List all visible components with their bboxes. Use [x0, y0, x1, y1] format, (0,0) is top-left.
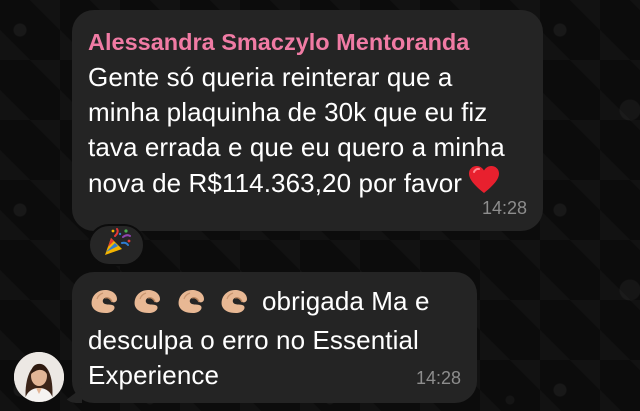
message-line: Experience — [88, 360, 220, 390]
message-timestamp: 14:28 — [415, 368, 461, 388]
party-popper-icon — [102, 227, 132, 263]
message-line-last: nova de R$114.363,20 por favor — [88, 165, 527, 204]
message-timestamp: 14:28 — [481, 198, 527, 218]
message-line: nova de R$114.363,20 por favor — [88, 168, 463, 198]
message-text: obrigada Ma e desculpa o erro no Essenti… — [88, 284, 461, 393]
message-line: tava errada e que eu quero a minha — [88, 132, 505, 162]
message-line: obrigada Ma e — [261, 286, 430, 316]
pinching-hand-emojis — [88, 284, 254, 323]
pinching-hand-icon — [131, 284, 165, 323]
message-text: Gente só queria reinterar que a minha pl… — [88, 60, 527, 204]
pinching-hand-icon — [175, 284, 209, 323]
pinching-hand-icon — [88, 284, 122, 323]
avatar-photo — [14, 352, 64, 402]
message-line-first: obrigada Ma e — [88, 284, 461, 323]
message-bubble[interactable]: Alessandra Smaczylo Mentoranda Gente só … — [72, 10, 543, 231]
pinching-hand-icon — [218, 284, 252, 323]
message-line: desculpa o erro no Essential — [88, 325, 419, 355]
sender-name[interactable]: Alessandra Smaczylo Mentoranda — [88, 29, 527, 55]
message-line: Gente só queria reinterar que a — [88, 62, 453, 92]
message-bubble[interactable]: obrigada Ma e desculpa o erro no Essenti… — [72, 272, 477, 403]
message-line: minha plaquinha de 30k que eu fiz — [88, 97, 488, 127]
avatar[interactable] — [14, 352, 64, 402]
message-reaction[interactable] — [88, 224, 145, 266]
